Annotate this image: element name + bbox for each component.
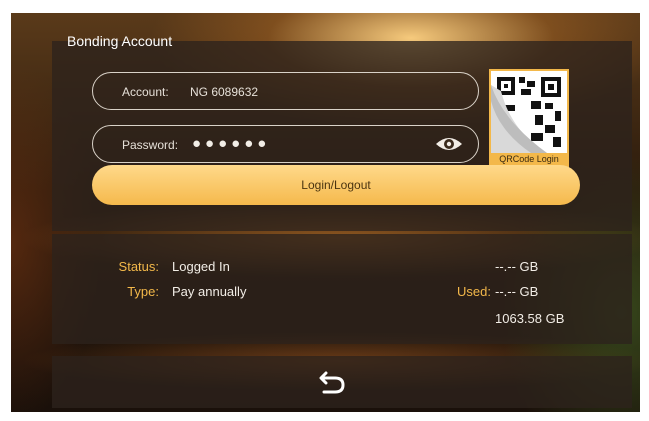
- type-label: Type:: [127, 284, 159, 299]
- used-label: Used:: [457, 284, 491, 299]
- status-key: Status:: [67, 259, 159, 274]
- password-label: Password:: [122, 138, 179, 152]
- password-field[interactable]: Password: ●●●●●●: [92, 125, 479, 163]
- total-storage: --.-- GB: [495, 259, 539, 274]
- qr-code-login-button[interactable]: QRCode Login: [489, 69, 569, 168]
- page-title: Bonding Account: [67, 33, 173, 49]
- screen: Bonding Account Account: NG 6089632 Pass…: [11, 13, 640, 412]
- account-value: NG 6089632: [190, 85, 259, 99]
- eye-icon[interactable]: [434, 134, 464, 154]
- login-logout-button[interactable]: Login/Logout: [92, 165, 580, 205]
- used-key: Used:: [431, 284, 491, 299]
- back-button[interactable]: [317, 370, 347, 396]
- account-field[interactable]: Account: NG 6089632: [92, 72, 479, 110]
- remaining-storage: 1063.58 GB: [495, 311, 565, 326]
- type-value: Pay annually: [172, 284, 247, 299]
- password-mask: ●●●●●●: [192, 135, 271, 152]
- account-label: Account:: [122, 85, 169, 99]
- back-arrow-icon: [319, 371, 345, 394]
- status-value: Logged In: [172, 259, 230, 274]
- qr-code-icon: [491, 71, 567, 153]
- used-value: --.-- GB: [495, 284, 539, 299]
- type-key: Type:: [67, 284, 159, 299]
- status-label: Status:: [118, 259, 159, 274]
